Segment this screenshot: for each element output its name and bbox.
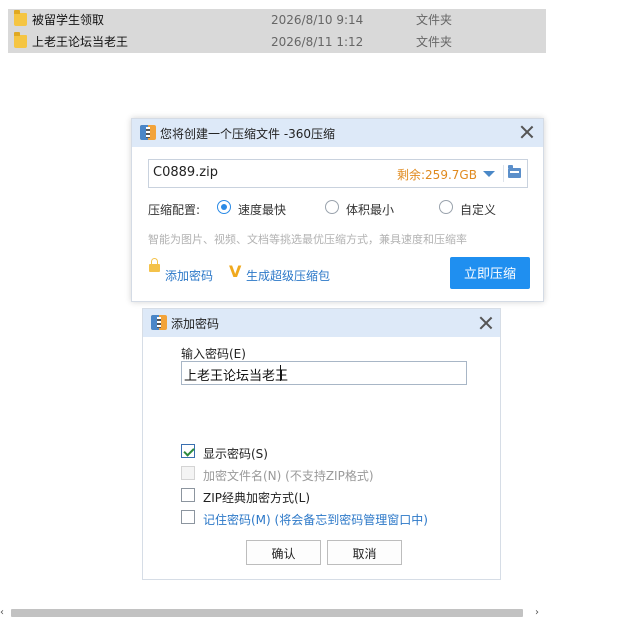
password-input-label: 输入密码(E) (181, 347, 246, 361)
radio-label: 体积最小 (346, 203, 395, 217)
checkbox-label: 显示密码(S) (203, 447, 268, 461)
archive-filename[interactable]: C0889.zip (153, 165, 218, 180)
radio-label: 速度最快 (238, 203, 287, 217)
folder-browse-icon[interactable] (508, 165, 521, 178)
compression-hint: 智能为图片、视频、文档等挑选最优压缩方式，兼具速度和压缩率 (148, 233, 467, 246)
checkbox[interactable] (181, 510, 195, 524)
super-package-link[interactable]: 生成超级压缩包 (246, 267, 330, 284)
close-icon[interactable] (479, 316, 493, 330)
divider (503, 165, 504, 182)
password-dialog-titlebar[interactable]: 添加密码 (143, 309, 500, 337)
radio-button-checked[interactable] (217, 200, 231, 214)
compress-dialog-title: 您将创建一个压缩文件 -360压缩 (160, 127, 336, 141)
checkbox-label: 记住密码(M) (将会备忘到密码管理窗口中) (203, 513, 428, 527)
file-list: 被留学生领取 2026/8/10 9:14 文件夹 上老王论坛当老王 2026/… (8, 9, 546, 54)
compress-dialog-titlebar[interactable]: 您将创建一个压缩文件 -360压缩 (132, 119, 543, 147)
file-date: 2026/8/10 9:14 (271, 13, 364, 27)
checkbox-disabled (181, 466, 195, 480)
password-input[interactable]: 上老王论坛当老王 (181, 361, 467, 385)
free-space-label: 剩余:259.7GB (397, 168, 477, 182)
radio-button[interactable] (439, 200, 453, 214)
folder-icon (14, 32, 27, 48)
scrollbar-thumb[interactable] (11, 609, 523, 617)
radio-button[interactable] (325, 200, 339, 214)
cancel-button[interactable]: 取消 (327, 540, 402, 565)
scroll-left-arrow-icon[interactable]: ‹ (0, 607, 4, 618)
checkbox-label: ZIP经典加密方式(L) (203, 491, 311, 505)
close-icon[interactable] (520, 125, 534, 139)
archive-path-field[interactable]: C0889.zip 剩余:259.7GB (148, 159, 528, 188)
horizontal-scrollbar[interactable]: ‹ › (0, 606, 546, 618)
checkbox-checked[interactable] (181, 444, 195, 458)
file-name: 被留学生领取 (32, 13, 105, 27)
super-package-icon: V (229, 262, 242, 281)
chevron-down-icon[interactable] (483, 171, 495, 177)
lock-icon (149, 258, 160, 272)
confirm-button[interactable]: 确认 (246, 540, 321, 565)
folder-icon (14, 10, 27, 26)
compress-now-button[interactable]: 立即压缩 (450, 257, 530, 289)
file-row[interactable]: 上老王论坛当老王 2026/8/11 1:12 文件夹 (8, 31, 546, 54)
file-row[interactable]: 被留学生领取 2026/8/10 9:14 文件夹 (8, 9, 546, 32)
file-date: 2026/8/11 1:12 (271, 35, 364, 49)
text-caret (280, 365, 281, 381)
checkbox-label: 加密文件名(N) (不支持ZIP格式) (203, 469, 374, 483)
add-password-link[interactable]: 添加密码 (165, 267, 213, 284)
file-type: 文件夹 (416, 13, 453, 27)
password-value[interactable]: 上老王论坛当老王 (184, 365, 288, 384)
compression-config-label: 压缩配置: (148, 203, 201, 217)
archive-app-icon (151, 315, 167, 330)
radio-label: 自定义 (460, 203, 497, 217)
archive-app-icon (140, 125, 156, 140)
compress-dialog: 您将创建一个压缩文件 -360压缩 C0889.zip 剩余:259.7GB 压… (131, 118, 544, 302)
scroll-right-arrow-icon[interactable]: › (535, 607, 539, 618)
password-dialog-title: 添加密码 (171, 317, 220, 331)
file-type: 文件夹 (416, 35, 453, 49)
checkbox[interactable] (181, 488, 195, 502)
password-dialog: 添加密码 输入密码(E) 上老王论坛当老王 显示密码(S) 加密文件名(N) (… (142, 308, 501, 580)
file-name: 上老王论坛当老王 (32, 35, 129, 49)
